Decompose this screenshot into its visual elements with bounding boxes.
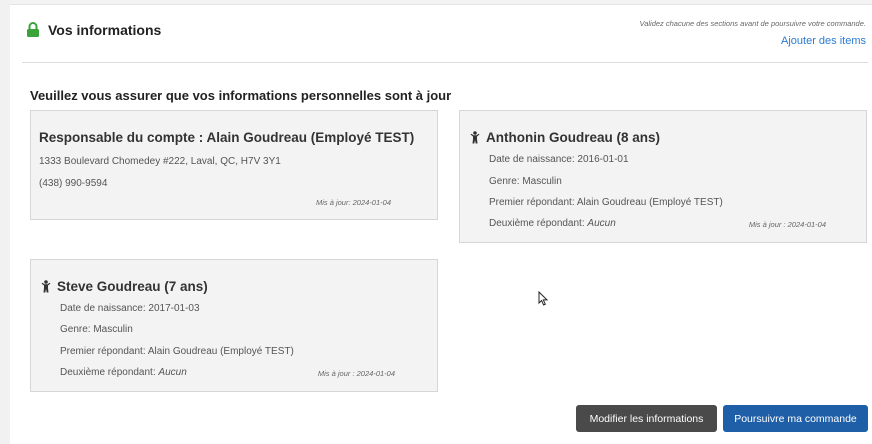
child-name-row: Anthonin Goudreau (8 ans) xyxy=(470,130,660,145)
second-responder-value: Aucun xyxy=(158,367,187,378)
child-card: Steve Goudreau (7 ans) Date de naissance… xyxy=(30,259,438,392)
continue-order-button[interactable]: Poursuivre ma commande xyxy=(723,405,868,432)
mouse-cursor-icon xyxy=(538,290,549,306)
child-first-responder: Premier répondant: Alain Goudreau (Emplo… xyxy=(489,197,723,208)
person-icon xyxy=(470,131,480,144)
child-second-responder: Deuxième répondant: Aucun xyxy=(60,367,187,378)
child-gender: Genre: Masculin xyxy=(60,324,133,335)
account-card: Responsable du compte : Alain Goudreau (… xyxy=(30,110,438,220)
child-second-responder: Deuxième répondant: Aucun xyxy=(489,218,616,229)
page-subtitle: Veuillez vous assurer que vos informatio… xyxy=(30,88,452,103)
child-name: Steve Goudreau (7 ans) xyxy=(57,279,208,294)
child-birthdate: Date de naissance: 2016-01-01 xyxy=(489,154,629,165)
second-responder-value: Aucun xyxy=(587,218,616,229)
divider xyxy=(22,62,868,63)
account-holder-name: Responsable du compte : Alain Goudreau (… xyxy=(39,130,415,145)
add-items-link[interactable]: Ajouter des items xyxy=(781,35,866,47)
child-birthdate: Date de naissance: 2017-01-03 xyxy=(60,303,200,314)
child-card: Anthonin Goudreau (8 ans) Date de naissa… xyxy=(459,110,867,243)
section-header: Vos informations xyxy=(26,22,161,38)
account-phone: (438) 990-9594 xyxy=(39,178,108,189)
account-updated: Mis à jour: 2024-01-04 xyxy=(315,198,391,207)
lock-icon xyxy=(26,22,40,38)
second-responder-label: Deuxième répondant: xyxy=(489,218,588,229)
left-edge xyxy=(0,0,10,444)
child-gender: Genre: Masculin xyxy=(489,176,562,187)
person-icon xyxy=(41,280,51,293)
child-updated: Mis à jour : 2024-01-04 xyxy=(317,369,395,378)
account-address: 1333 Boulevard Chomedey #222, Laval, QC,… xyxy=(39,156,281,167)
modify-info-button[interactable]: Modifier les informations xyxy=(576,405,717,432)
validate-note: Validez chacune des sections avant de po… xyxy=(639,19,866,28)
child-name-row: Steve Goudreau (7 ans) xyxy=(41,279,208,294)
second-responder-label: Deuxième répondant: xyxy=(60,367,159,378)
child-updated: Mis à jour : 2024-01-04 xyxy=(748,220,826,229)
section-title: Vos informations xyxy=(48,22,162,38)
child-first-responder: Premier répondant: Alain Goudreau (Emplo… xyxy=(60,346,294,357)
top-edge xyxy=(10,0,872,5)
child-name: Anthonin Goudreau (8 ans) xyxy=(486,130,660,145)
